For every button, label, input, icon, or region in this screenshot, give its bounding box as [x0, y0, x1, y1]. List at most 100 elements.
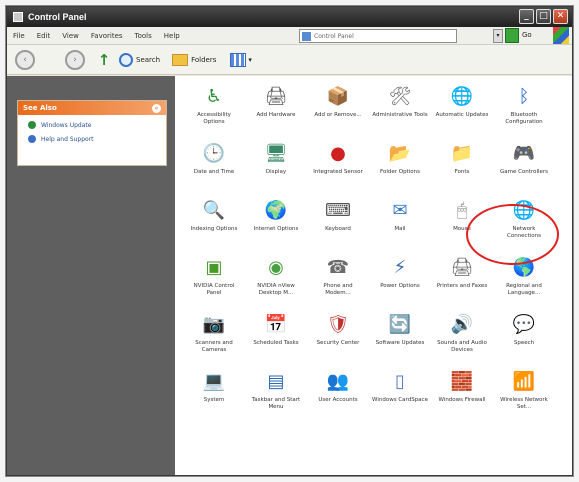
- toolbar: ‹ › ↑ Search Folders ▾: [7, 45, 572, 75]
- menu-view[interactable]: View: [62, 32, 79, 40]
- item-label: Keyboard: [325, 226, 351, 232]
- item-label: Automatic Updates: [435, 112, 489, 118]
- firewall-icon: 🧱: [450, 371, 474, 392]
- maximize-button[interactable]: □: [536, 9, 551, 24]
- control-panel-item[interactable]: 📂 Folder Options: [369, 141, 431, 198]
- control-panel-item[interactable]: 🌍 Internet Options: [245, 198, 307, 255]
- see-also-title: See Also: [23, 104, 57, 112]
- indexing-icon: 🔍: [202, 200, 226, 221]
- sensor-icon: ●: [330, 143, 346, 164]
- views-caret-icon: ▾: [248, 55, 252, 64]
- control-panel-item[interactable]: ᛒ Bluetooth Configuration: [493, 84, 555, 141]
- up-folder-icon[interactable]: ↑: [95, 51, 113, 69]
- speaker-icon: 🔊: [450, 314, 474, 335]
- item-label: Integrated Sensor: [313, 169, 363, 175]
- users-icon: 👥: [326, 371, 350, 392]
- control-panel-item[interactable]: 📦 Add or Remove...: [307, 84, 369, 141]
- menu-tools[interactable]: Tools: [135, 32, 152, 40]
- printer-icon: 🖨: [450, 257, 474, 278]
- tasks-icon: 📅: [264, 314, 288, 335]
- back-button[interactable]: ‹: [15, 49, 35, 70]
- bluetooth-icon: ᛒ: [518, 86, 530, 107]
- control-panel-item[interactable]: ▯ Windows CardSpace: [369, 369, 431, 426]
- menu-file[interactable]: File: [13, 32, 25, 40]
- item-label: Folder Options: [380, 169, 420, 175]
- address-dropdown-icon[interactable]: ▾: [493, 29, 503, 43]
- folders-button[interactable]: Folders: [172, 53, 217, 66]
- control-panel-item[interactable]: 📶 Wireless Network Set...: [493, 369, 555, 426]
- collapse-chevron-icon[interactable]: «: [152, 103, 161, 113]
- network-connections-highlight-circle: [466, 204, 559, 265]
- control-panel-item[interactable]: 🖨 Printers and Faxes: [431, 255, 493, 312]
- programs-icon: 📦: [326, 86, 350, 107]
- control-panel-item[interactable]: 👥 User Accounts: [307, 369, 369, 426]
- item-label: Windows Firewall: [438, 397, 486, 403]
- control-panel-item[interactable]: ♿ Accessibility Options: [183, 84, 245, 141]
- control-panel-item[interactable]: 💬 Speech: [493, 312, 555, 369]
- game-controller-icon: 🎮: [512, 143, 536, 164]
- folder-icon: [172, 53, 189, 66]
- control-panel-item[interactable]: ▣ NVIDIA Control Panel: [183, 255, 245, 312]
- speech-icon: 💬: [512, 314, 536, 335]
- mail-icon: ✉: [392, 200, 408, 221]
- keyboard-icon: ⌨: [325, 200, 351, 221]
- control-panel-item[interactable]: 🔊 Sounds and Audio Devices: [431, 312, 493, 369]
- control-panel-item[interactable]: 📅 Scheduled Tasks: [245, 312, 307, 369]
- go-button[interactable]: Go: [522, 31, 532, 39]
- control-panel-item[interactable]: 💻 System: [183, 369, 245, 426]
- see-also-link-label: Help and Support: [41, 135, 94, 143]
- phone-icon: ☎: [326, 257, 350, 278]
- forward-button[interactable]: ›: [65, 49, 85, 70]
- control-panel-item[interactable]: 🎮 Game Controllers: [493, 141, 555, 198]
- control-panel-item[interactable]: ● Integrated Sensor: [307, 141, 369, 198]
- item-label: Software Updates: [375, 340, 425, 346]
- control-panel-item[interactable]: ⌨ Keyboard: [307, 198, 369, 255]
- control-panel-item[interactable]: 🔄 Software Updates: [369, 312, 431, 369]
- see-also-panel: See Also « Windows Update Help and Suppo…: [17, 100, 167, 166]
- item-label: Display: [265, 169, 287, 175]
- control-panel-item[interactable]: 🌐 Automatic Updates: [431, 84, 493, 141]
- menu-edit[interactable]: Edit: [37, 32, 51, 40]
- item-label: Security Center: [316, 340, 360, 346]
- address-bar[interactable]: Control Panel: [299, 29, 457, 43]
- control-panel-item[interactable]: 🛡 Security Center: [307, 312, 369, 369]
- item-label: User Accounts: [318, 397, 358, 403]
- item-label: Administrative Tools: [372, 112, 428, 118]
- title-bar[interactable]: Control Panel _ □ ✕: [7, 7, 572, 27]
- control-panel-item[interactable]: ⚡ Power Options: [369, 255, 431, 312]
- wireless-icon: 📶: [512, 371, 536, 392]
- control-panel-item[interactable]: 🧱 Windows Firewall: [431, 369, 493, 426]
- control-panel-item[interactable]: 🔍 Indexing Options: [183, 198, 245, 255]
- search-button[interactable]: Search: [119, 52, 160, 67]
- menu-favorites[interactable]: Favorites: [91, 32, 123, 40]
- item-label: Fonts: [454, 169, 470, 175]
- go-arrow-icon[interactable]: [505, 28, 519, 43]
- see-also-link-windows-update[interactable]: Windows Update: [28, 121, 166, 129]
- control-panel-item[interactable]: ✉ Mail: [369, 198, 431, 255]
- minimize-button[interactable]: _: [519, 9, 534, 24]
- clock-icon: 🕒: [202, 143, 226, 164]
- control-panel-item[interactable]: 🖥 Display: [245, 141, 307, 198]
- views-button[interactable]: ▾: [230, 52, 252, 67]
- folders-label: Folders: [191, 55, 217, 64]
- nview-icon: ◉: [268, 257, 284, 278]
- scanner-icon: 📷: [202, 314, 226, 335]
- control-panel-item[interactable]: ☎ Phone and Modem...: [307, 255, 369, 312]
- see-also-link-help[interactable]: Help and Support: [28, 135, 166, 143]
- item-label: Indexing Options: [190, 226, 238, 232]
- menu-help[interactable]: Help: [164, 32, 180, 40]
- close-button[interactable]: ✕: [553, 9, 568, 24]
- task-pane: See Also « Windows Update Help and Suppo…: [7, 76, 175, 475]
- control-panel-item[interactable]: 🕒 Date and Time: [183, 141, 245, 198]
- system-icon: 💻: [202, 371, 226, 392]
- control-panel-item[interactable]: 📁 Fonts: [431, 141, 493, 198]
- control-panel-item[interactable]: 📷 Scanners and Cameras: [183, 312, 245, 369]
- control-panel-item[interactable]: 🖨 Add Hardware: [245, 84, 307, 141]
- item-label: Windows CardSpace: [372, 397, 428, 403]
- shield-icon: 🛡: [326, 314, 350, 335]
- control-panel-item[interactable]: 🛠 Administrative Tools: [369, 84, 431, 141]
- window-icon: [13, 12, 23, 22]
- control-panel-item[interactable]: ◉ NVIDIA nView Desktop M...: [245, 255, 307, 312]
- control-panel-item[interactable]: ▤ Taskbar and Start Menu: [245, 369, 307, 426]
- see-also-header[interactable]: See Also «: [18, 101, 166, 115]
